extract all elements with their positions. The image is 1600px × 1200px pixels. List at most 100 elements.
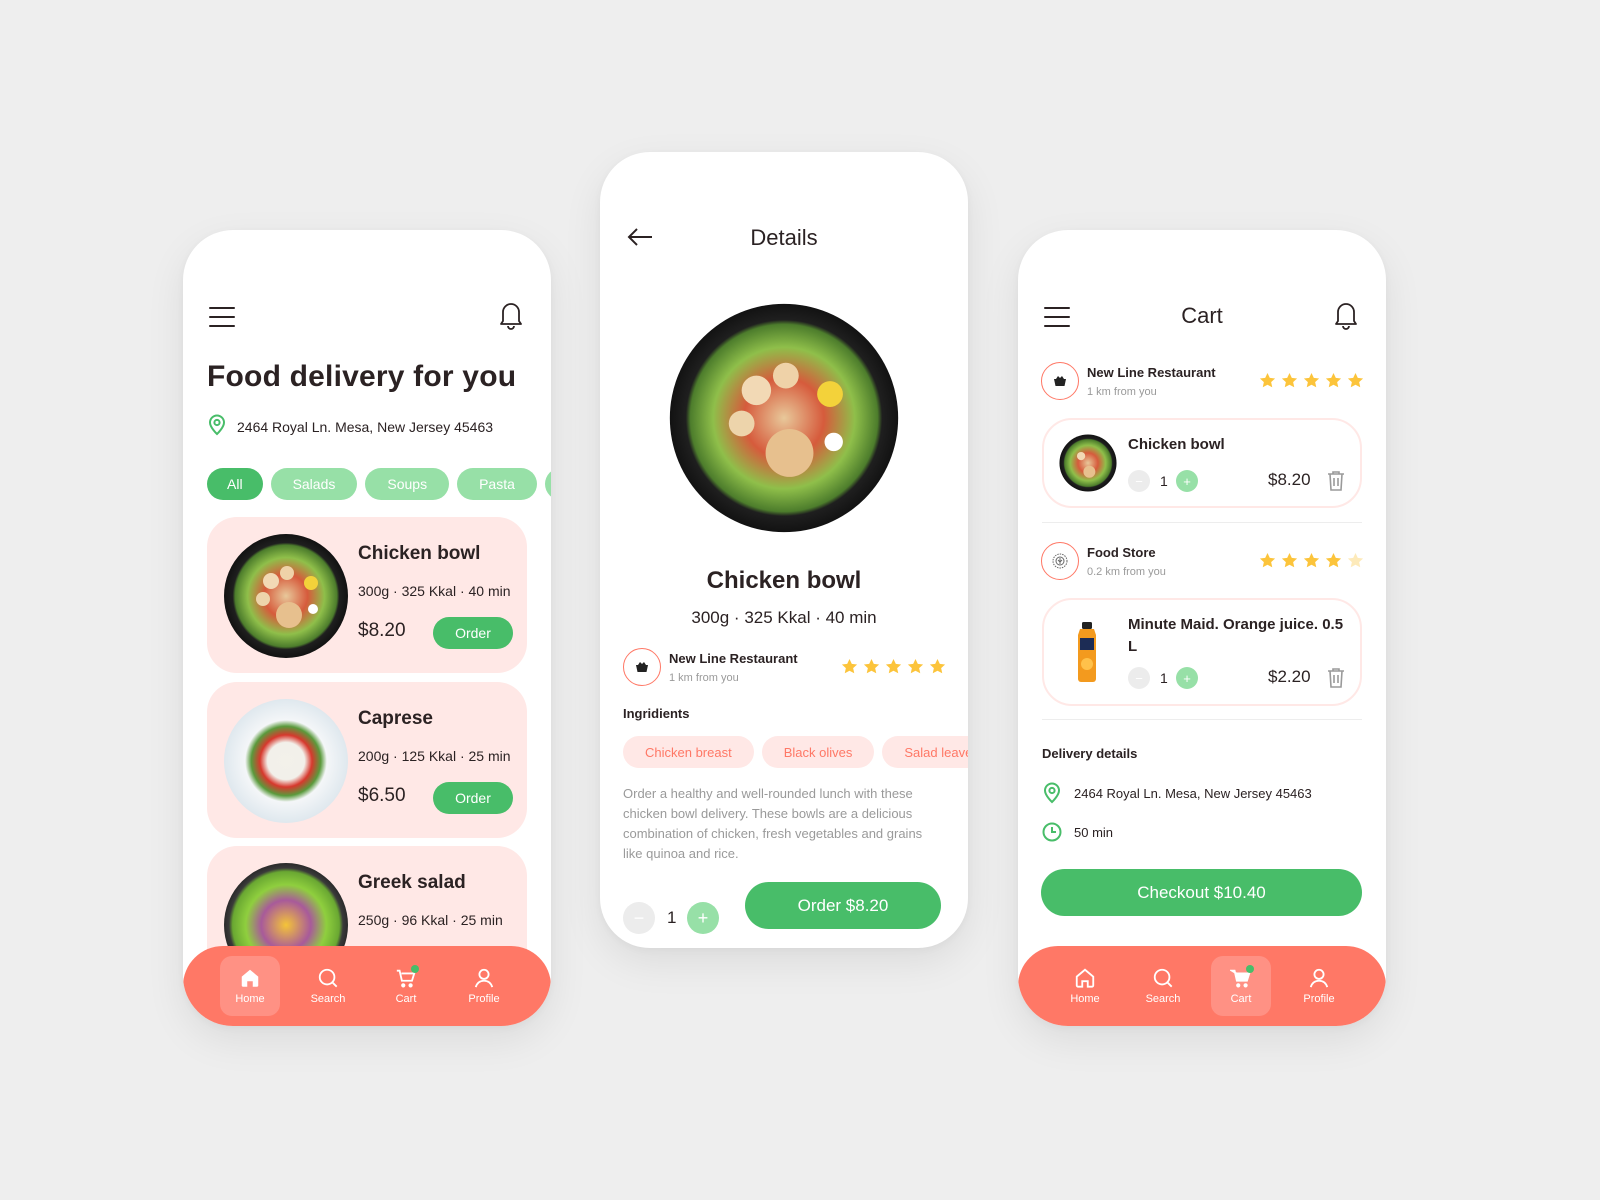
bottom-nav: Home Search Cart Profile — [183, 946, 551, 1026]
category-chips: All Salads Soups Pasta — [207, 468, 551, 500]
restaurant-logo-icon — [636, 662, 648, 672]
increase-button[interactable]: + — [1176, 470, 1198, 492]
food-card[interactable]: Chicken bowl 300g · 325 Kkal · 40 min $8… — [207, 517, 527, 673]
restaurant-name: New Line Restaurant — [669, 650, 798, 666]
rating-stars — [1258, 371, 1365, 390]
category-chip-more[interactable] — [544, 468, 551, 500]
dish-image — [669, 303, 899, 533]
delivery-address-row: 2464 Royal Ln. Mesa, New Jersey 45463 — [1042, 782, 1312, 804]
location-pin-icon — [207, 414, 227, 439]
hamburger-icon[interactable] — [209, 307, 235, 327]
store-row[interactable]: New Line Restaurant 1 km from you — [1041, 362, 1216, 400]
cart-item: Minute Maid. Orange juice. 0.5 L − 1 + $… — [1042, 598, 1362, 706]
ingredient-chip: Chicken breast — [623, 736, 754, 768]
nav-profile[interactable]: Profile — [1289, 956, 1349, 1016]
star-icon — [1346, 551, 1365, 570]
order-button[interactable]: Order $8.20 — [745, 882, 941, 929]
screen-title: Details — [750, 225, 818, 250]
nav-label: Profile — [468, 993, 500, 1005]
increase-button[interactable]: + — [1176, 667, 1198, 689]
nav-label: Cart — [395, 993, 417, 1005]
restaurant-logo-icon — [1054, 376, 1066, 386]
star-icon — [1258, 551, 1277, 570]
bell-icon[interactable] — [497, 300, 525, 330]
bottom-nav: Home Search Cart Profile — [1018, 946, 1386, 1026]
decrease-button[interactable]: − — [623, 902, 655, 934]
cart-item-name: Chicken bowl — [1128, 436, 1225, 453]
bell-icon[interactable] — [1332, 300, 1360, 330]
store-name: New Line Restaurant — [1087, 364, 1216, 380]
store-logo — [1041, 542, 1079, 580]
address-text: 2464 Royal Ln. Mesa, New Jersey 45463 — [237, 418, 494, 435]
food-name: Caprese — [358, 708, 433, 729]
cart-badge — [1246, 965, 1254, 973]
clock-icon — [1042, 822, 1062, 842]
category-chip-salads[interactable]: Salads — [270, 468, 358, 500]
order-button[interactable]: Order — [433, 617, 513, 649]
food-price: $6.50 — [358, 785, 406, 806]
food-name: Greek salad — [358, 872, 466, 893]
nav-label: Profile — [1303, 993, 1335, 1005]
nav-label: Cart — [1230, 993, 1252, 1005]
chicken-bowl-image — [224, 534, 348, 658]
category-chip-soups[interactable]: Soups — [365, 468, 450, 500]
delivery-details-label: Delivery details — [1042, 746, 1138, 761]
quantity-stepper: − 1 + — [623, 902, 719, 934]
restaurant-distance: 1 km from you — [669, 671, 739, 684]
nav-cart[interactable]: Cart — [376, 956, 436, 1016]
nav-label: Home — [235, 993, 265, 1005]
nav-search[interactable]: Search — [298, 956, 358, 1016]
rating-stars — [840, 657, 947, 676]
cart-item-name: Minute Maid. Orange juice. 0.5 L — [1128, 616, 1344, 655]
star-icon — [1324, 371, 1343, 390]
dish-description: Order a healthy and well-rounded lunch w… — [623, 786, 923, 861]
store-row[interactable]: Food Store 0.2 km from you — [1041, 542, 1166, 580]
nav-profile[interactable]: Profile — [454, 956, 514, 1016]
store-name: Food Store — [1087, 544, 1156, 560]
star-icon — [1346, 371, 1365, 390]
restaurant-logo — [1041, 362, 1079, 400]
restaurant-logo — [623, 648, 661, 686]
cart-badge — [411, 965, 419, 973]
food-price: $8.20 — [358, 620, 406, 641]
search-icon — [318, 968, 338, 988]
delivery-time-row: 50 min — [1042, 822, 1113, 842]
divider — [1042, 719, 1362, 720]
store-distance: 0.2 km from you — [1087, 565, 1166, 578]
nav-home[interactable]: Home — [220, 956, 280, 1016]
quantity-stepper: − 1 + — [1128, 470, 1198, 492]
star-icon — [1280, 551, 1299, 570]
delivery-time: 50 min — [1074, 824, 1114, 840]
ingredients-label: Ingridients — [623, 706, 690, 721]
decrease-button[interactable]: − — [1128, 667, 1150, 689]
star-icon — [862, 657, 881, 676]
food-meta: 300g · 325 Kkal · 40 min — [358, 583, 511, 599]
trash-icon[interactable] — [1327, 470, 1345, 492]
nav-search[interactable]: Search — [1133, 956, 1193, 1016]
category-chip-pasta[interactable]: Pasta — [457, 468, 537, 500]
divider — [1042, 522, 1362, 523]
star-icon — [1280, 371, 1299, 390]
dish-meta: 300g · 325 Kkal · 40 min — [691, 608, 877, 627]
increase-button[interactable]: + — [687, 902, 719, 934]
cart-item-price: $8.20 — [1268, 470, 1311, 489]
rating-stars — [1258, 551, 1365, 570]
order-button[interactable]: Order — [433, 782, 513, 814]
trash-icon[interactable] — [1327, 667, 1345, 689]
nav-cart[interactable]: Cart — [1211, 956, 1271, 1016]
store-distance: 1 km from you — [1087, 385, 1157, 398]
nav-home[interactable]: Home — [1055, 956, 1115, 1016]
decrease-button[interactable]: − — [1128, 470, 1150, 492]
restaurant-row[interactable]: New Line Restaurant 1 km from you — [623, 648, 798, 686]
star-icon — [906, 657, 925, 676]
checkout-button[interactable]: Checkout $10.40 — [1041, 869, 1362, 916]
nav-label: Search — [310, 993, 346, 1005]
caprese-image — [224, 699, 348, 823]
profile-icon — [474, 968, 494, 988]
cart-item-image — [1059, 434, 1117, 492]
screen-title: Cart — [1181, 303, 1223, 328]
category-chip-all[interactable]: All — [207, 468, 263, 500]
search-icon — [1153, 968, 1173, 988]
home-screen: Food delivery for you 2464 Royal Ln. Mes… — [183, 230, 551, 1026]
food-card[interactable]: Caprese 200g · 125 Kkal · 25 min $6.50 O… — [207, 682, 527, 838]
